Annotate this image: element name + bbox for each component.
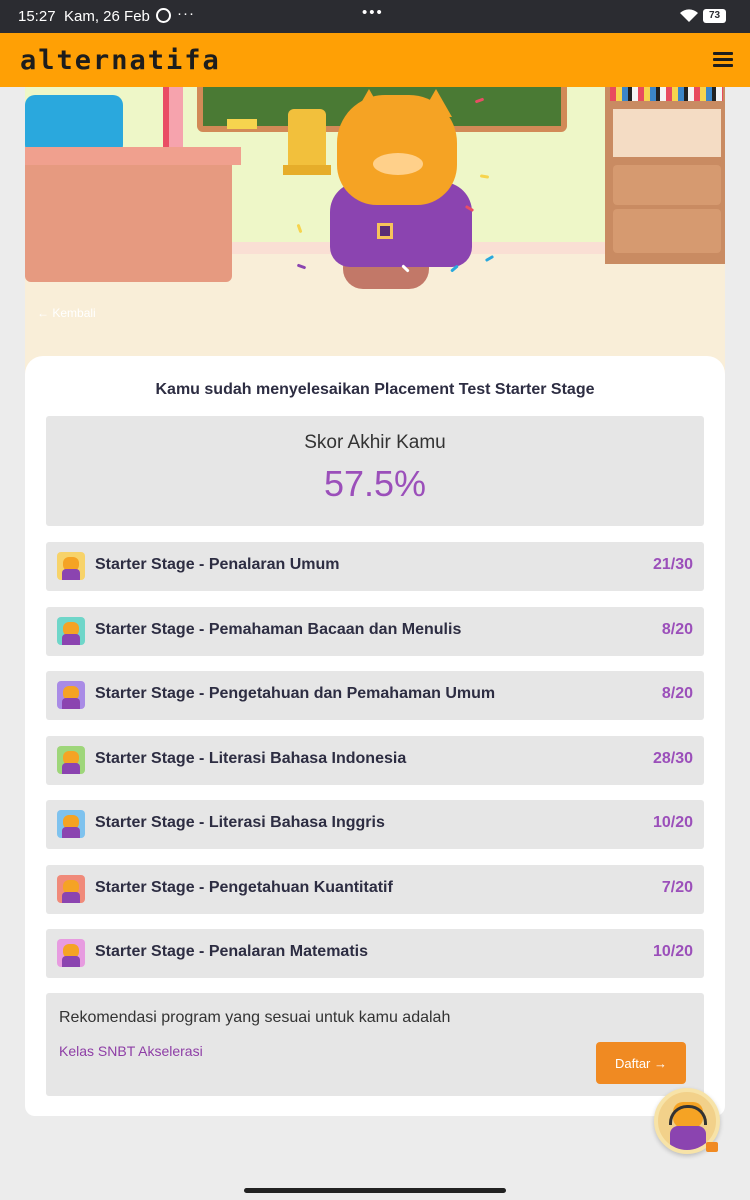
section-score: 8/20 bbox=[661, 685, 693, 702]
section-mascot-icon bbox=[57, 681, 85, 709]
final-score-box: Skor Akhir Kamu 57.5% bbox=[46, 416, 704, 526]
back-link[interactable]: ← Kembali bbox=[37, 306, 96, 320]
final-score-value: 57.5% bbox=[323, 463, 427, 504]
section-score-row: Starter Stage - Pengetahuan Kuantitatif … bbox=[46, 864, 704, 914]
daftar-button[interactable]: Daftar → bbox=[596, 1042, 686, 1084]
section-mascot-icon bbox=[57, 874, 85, 903]
section-mascot-icon bbox=[57, 745, 85, 774]
section-score-row: Starter Stage - Penalaran Matematis 10/2… bbox=[46, 929, 704, 978]
final-score-label: Skor Akhir Kamu bbox=[304, 432, 446, 453]
section-score-row: Starter Stage - Literasi Bahasa Inggris … bbox=[46, 800, 704, 849]
home-indicator[interactable] bbox=[244, 1188, 506, 1193]
section-name: Starter Stage - Literasi Bahasa Indonesi… bbox=[95, 749, 407, 767]
section-score-row: Starter Stage - Pengetahuan dan Pemahama… bbox=[46, 671, 704, 720]
section-score: 10/20 bbox=[652, 814, 693, 831]
hamburger-menu-icon[interactable] bbox=[713, 52, 733, 68]
status-date: Kam, 26 Feb bbox=[64, 8, 150, 25]
section-score: 7/20 bbox=[661, 878, 693, 896]
arrow-right-icon: → bbox=[654, 1055, 668, 1071]
result-card: Kamu sudah menyelesaikan Placement Test … bbox=[25, 356, 725, 1116]
arrow-left-icon: ← bbox=[37, 306, 53, 320]
section-score-row: Starter Stage - Penalaran Umum 21/30 bbox=[46, 542, 704, 591]
section-mascot-icon bbox=[57, 939, 85, 967]
section-name: Starter Stage - Pemahaman Bacaan dan Men… bbox=[95, 620, 462, 638]
section-mascot-icon bbox=[57, 810, 85, 838]
section-mascot-icon bbox=[57, 616, 85, 645]
recommendation-text: Rekomendasi program yang sesuai untuk ka… bbox=[59, 1009, 451, 1026]
whatsapp-notification-icon bbox=[156, 8, 171, 23]
trophy-illustration bbox=[288, 109, 326, 169]
chat-notification-dot bbox=[706, 1142, 718, 1152]
celebration-illustration: ← Kembali bbox=[25, 87, 725, 387]
battery-level: 73 bbox=[703, 9, 726, 23]
section-name: Starter Stage - Pengetahuan dan Pemahama… bbox=[95, 685, 496, 702]
section-name: Starter Stage - Penalaran Umum bbox=[95, 556, 340, 573]
section-score: 10/20 bbox=[652, 943, 693, 960]
section-name: Starter Stage - Pengetahuan Kuantitatif bbox=[95, 878, 393, 896]
alternatifa-logo[interactable]: alternatifa bbox=[20, 45, 221, 76]
more-notifications-icon: ··· bbox=[177, 5, 195, 22]
cat-mascot-illustration bbox=[337, 95, 457, 205]
section-name: Starter Stage - Literasi Bahasa Inggris bbox=[95, 814, 385, 831]
status-time: 15:27 bbox=[18, 8, 56, 25]
app-header: alternatifa bbox=[0, 33, 750, 87]
section-score-row: Starter Stage - Literasi Bahasa Indonesi… bbox=[46, 735, 704, 785]
section-name: Starter Stage - Penalaran Matematis bbox=[95, 943, 368, 960]
section-score: 28/30 bbox=[652, 749, 693, 767]
multitask-dots-icon[interactable]: ••• bbox=[362, 4, 384, 21]
section-score: 8/20 bbox=[661, 620, 693, 638]
section-mascot-icon bbox=[57, 552, 85, 580]
desk-illustration bbox=[25, 165, 232, 282]
section-score: 21/30 bbox=[652, 556, 693, 573]
recommended-program-link[interactable]: Kelas SNBT Akselerasi bbox=[59, 1043, 203, 1059]
daftar-label: Daftar bbox=[614, 1055, 651, 1071]
recommendation-box: Rekomendasi program yang sesuai untuk ka… bbox=[46, 993, 704, 1096]
back-label: Kembali bbox=[52, 306, 96, 320]
section-score-row: Starter Stage - Pemahaman Bacaan dan Men… bbox=[46, 606, 704, 656]
wifi-icon bbox=[680, 9, 698, 27]
result-title: Kamu sudah menyelesaikan Placement Test … bbox=[155, 381, 595, 398]
status-bar: 15:27 Kam, 26 Feb ··· ••• 73 bbox=[0, 0, 750, 33]
section-score-list: Starter Stage - Penalaran Umum 21/30 Sta… bbox=[46, 542, 704, 994]
